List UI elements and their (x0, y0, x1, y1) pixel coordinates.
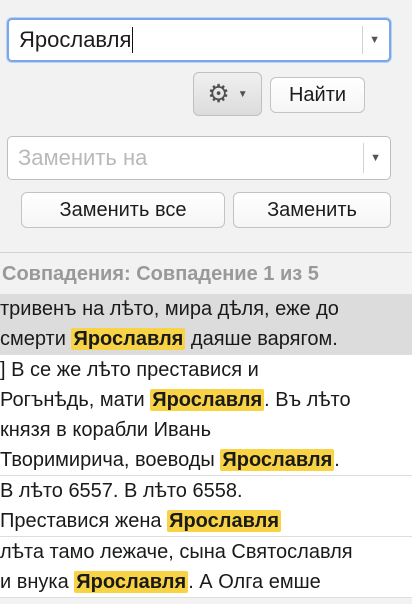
result-item[interactable]: тривенъ на лѣто, мира дѣля, еже до смерти… (0, 294, 412, 355)
result-text: смерти (0, 328, 72, 350)
match-highlight: Ярославля (167, 510, 281, 532)
text-caret (132, 27, 134, 53)
results-list: тривенъ на лѣто, мира дѣля, еже до смерти… (0, 294, 412, 598)
chevron-down-icon[interactable]: ▼ (370, 137, 381, 179)
result-line: Творимирича, воеводы Ярославля. (0, 445, 412, 475)
replace-dropdown-separator (363, 143, 364, 173)
result-line: лѣта тамо лежаче, сына Святославля (0, 537, 412, 567)
result-text: Преставися жена (0, 510, 168, 532)
replace-field[interactable]: Заменить на ▼ (7, 136, 391, 180)
result-text: . А Олга емше (188, 571, 321, 593)
find-field[interactable]: Ярославля ▼ (7, 18, 391, 62)
search-options-button[interactable]: ⚙ ▼ (193, 72, 262, 116)
find-input-value[interactable]: Ярославля (19, 27, 131, 53)
result-text: лѣта тамо лежаче, сына Святославля (0, 541, 353, 563)
find-input[interactable]: Ярославля (19, 20, 134, 60)
result-line: князя в корабли Ивань (0, 415, 412, 445)
replace-button[interactable]: Заменить (233, 192, 391, 228)
find-button[interactable]: Найти (270, 77, 365, 113)
result-line: Рогънѣдь, мати Ярославля. Въ лѣто (0, 385, 412, 415)
result-text: князя в корабли Ивань (0, 419, 212, 441)
matches-header: Совпадения: Совпадение 1 из 5 (2, 263, 319, 285)
gear-icon: ⚙ (207, 79, 230, 108)
match-highlight: Ярославля (220, 449, 335, 471)
result-text: . Въ лѣто (264, 389, 351, 411)
find-dropdown-separator (362, 26, 363, 54)
result-text: Творимирича, воеводы (0, 449, 221, 471)
result-line: В лѣто 6557. В лѣто 6558. (0, 476, 412, 506)
result-text: Рогънѣдь, мати (0, 389, 151, 411)
result-line: и внука Ярославля. А Олга емше (0, 567, 412, 597)
chevron-down-icon[interactable]: ▼ (369, 20, 380, 60)
result-line: ] В се же лѣто преставися и (0, 355, 412, 385)
match-highlight: Ярославля (71, 328, 186, 350)
match-highlight: Ярославля (150, 389, 265, 411)
result-item[interactable]: ] В се же лѣто преставися и Рогънѣдь, мат… (0, 355, 412, 476)
replace-input-placeholder[interactable]: Заменить на (18, 137, 147, 179)
result-text: В лѣто 6557. В лѣто 6558. (0, 480, 243, 502)
replace-all-button[interactable]: Заменить все (21, 192, 225, 228)
result-text: . (334, 449, 340, 471)
result-line: Преставися жена Ярославля (0, 506, 412, 536)
chevron-down-icon: ▼ (237, 88, 248, 100)
result-text: и внука (0, 571, 75, 593)
result-text: ] В се же лѣто преставися и (0, 359, 259, 381)
result-item[interactable]: лѣта тамо лежаче, сына Святославля и внук… (0, 537, 412, 598)
result-line: смерти Ярославля даяше варягом. (0, 324, 412, 354)
result-item[interactable]: В лѣто 6557. В лѣто 6558. Преставися жена… (0, 476, 412, 537)
section-divider (0, 252, 412, 253)
result-text: даяше варягом. (185, 328, 338, 350)
match-highlight: Ярославля (74, 571, 189, 593)
result-line: тривенъ на лѣто, мира дѣля, еже до (0, 294, 412, 324)
find-replace-panel: Ярославля ▼ ⚙ ▼ Найти Заменить на ▼ Заме… (0, 0, 412, 604)
result-text: тривенъ на лѣто, мира дѣля, еже до (0, 298, 339, 320)
